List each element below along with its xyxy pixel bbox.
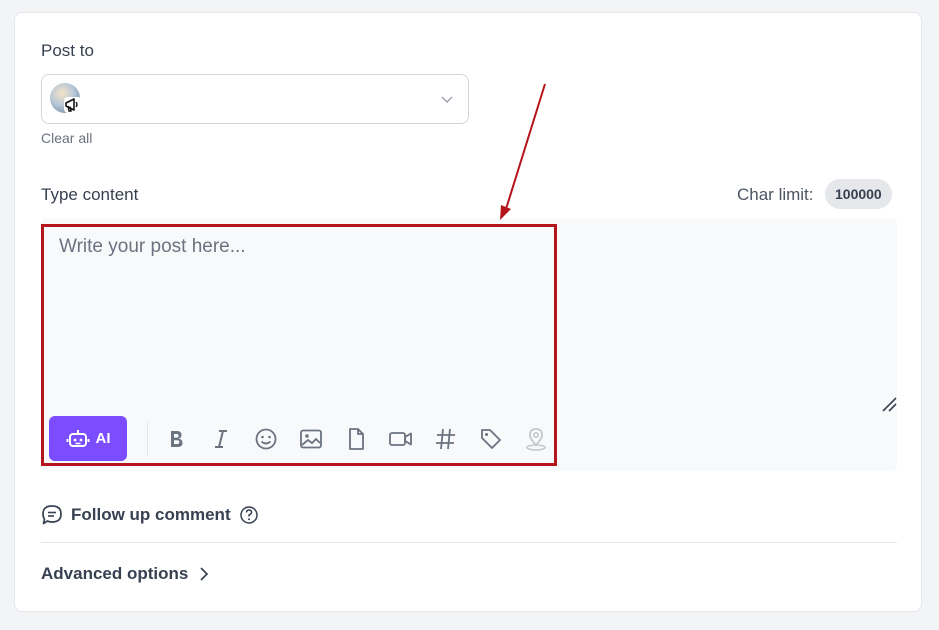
post-editor: AI (41, 218, 897, 471)
megaphone-icon (64, 97, 82, 113)
advanced-options-label: Advanced options (41, 564, 189, 583)
follow-up-comment[interactable]: Follow up comment (41, 503, 259, 527)
post-composer-card: Post to Clear all Type content Char limi… (14, 12, 922, 612)
char-limit-label: Char limit: (737, 185, 814, 204)
clear-all-link[interactable]: Clear all (41, 130, 92, 146)
char-limit-badge: 100000 (825, 179, 892, 209)
post-to-label: Post to (41, 41, 94, 60)
account-select[interactable] (41, 74, 469, 124)
section-divider (41, 542, 897, 543)
chevron-down-icon[interactable] (440, 92, 454, 106)
editor-highlight-box (41, 224, 557, 466)
follow-up-label: Follow up comment (71, 505, 231, 524)
resize-handle-icon[interactable] (879, 394, 899, 414)
chevron-right-icon (200, 567, 209, 581)
type-content-label: Type content (41, 185, 139, 204)
help-icon[interactable] (239, 505, 259, 525)
comment-icon (42, 505, 62, 525)
advanced-options-toggle[interactable]: Advanced options (41, 564, 210, 584)
